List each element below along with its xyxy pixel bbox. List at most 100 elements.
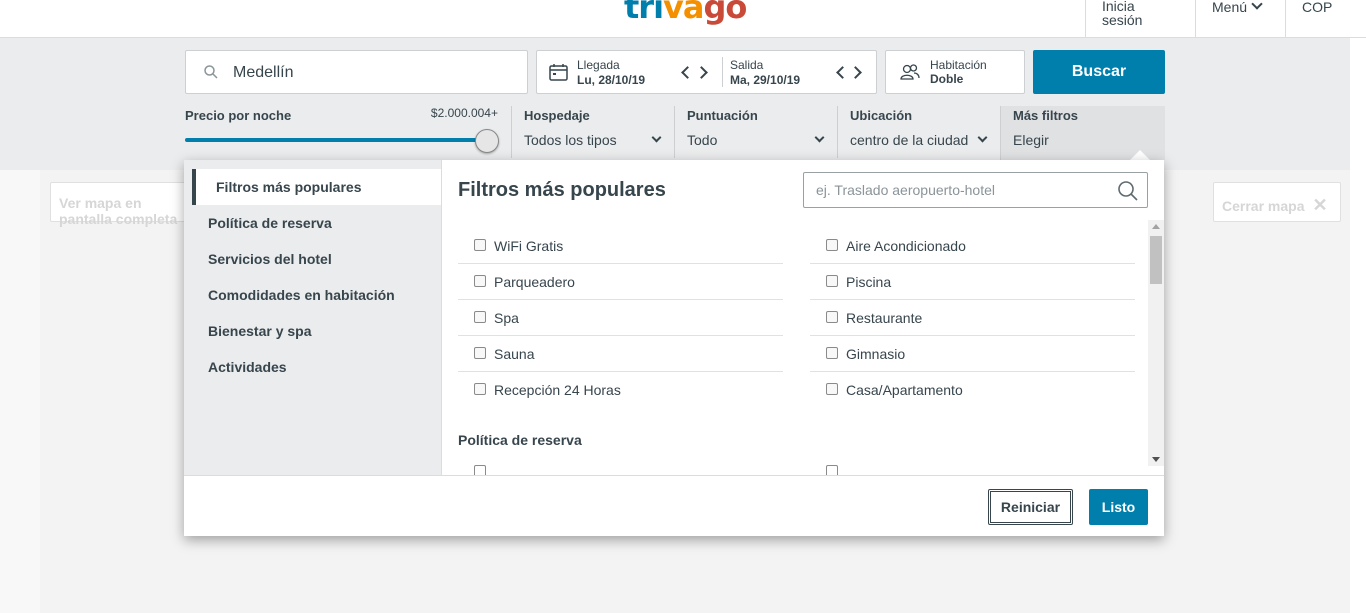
filter-option[interactable]: Restaurante	[810, 300, 1135, 336]
price-label: Precio por noche	[185, 108, 292, 123]
scroll-thumb[interactable]	[1150, 236, 1162, 284]
filter-lodging[interactable]: Hospedaje Todos los tipos	[511, 106, 674, 158]
price-amount: $2.000.004+	[430, 106, 498, 120]
filter-search-field[interactable]	[803, 172, 1148, 208]
reset-button[interactable]: Reiniciar	[988, 489, 1073, 525]
checkin-prev-icon[interactable]	[681, 66, 694, 79]
option-label: Casa/Apartamento	[846, 382, 963, 398]
divider	[722, 57, 723, 87]
filter-search-input[interactable]	[804, 173, 1104, 207]
filter-value: centro de la ciudad	[850, 132, 969, 148]
sidebar-item-hotel-services[interactable]: Servicios del hotel	[184, 241, 441, 277]
filter-list-scrollbar[interactable]	[1148, 220, 1164, 466]
filter-rating[interactable]: Puntuación Todo	[674, 106, 837, 158]
checkin-value: Lu, 28/10/19	[577, 73, 646, 87]
checkin-field[interactable]: Llegada Lu, 28/10/19	[577, 58, 645, 87]
top-header: trivago Inicia sesión Menú COP	[0, 0, 1366, 38]
checkbox[interactable]	[826, 311, 838, 323]
checkbox[interactable]	[826, 239, 838, 251]
option-label: Restaurante	[846, 310, 923, 326]
option-label: Sauna	[494, 346, 535, 362]
done-button[interactable]: Listo	[1089, 489, 1148, 525]
checkbox[interactable]	[474, 239, 486, 251]
checkbox[interactable]	[474, 347, 486, 359]
option-label: Aire Acondicionado	[846, 238, 966, 254]
map-fullscreen-label: Ver mapa en pantalla completa	[59, 195, 178, 227]
subsection-title: Política de reserva	[458, 432, 582, 448]
close-map-button[interactable]: Cerrar mapa ✕	[1213, 182, 1341, 222]
destination-input[interactable]: Medellín	[185, 50, 528, 94]
filter-label: Más filtros	[1013, 108, 1079, 123]
trivago-logo[interactable]: trivago	[624, 0, 748, 26]
sidebar-item-room-amenities[interactable]: Comodidades en habitación	[184, 277, 441, 313]
filter-option[interactable]: Sauna	[458, 336, 783, 372]
calendar-icon	[549, 64, 568, 81]
scroll-up-icon[interactable]	[1152, 224, 1160, 229]
sidebar-item-popular[interactable]: Filtros más populares	[192, 169, 441, 205]
option-label: Gimnasio	[846, 346, 906, 362]
checkout-value: Ma, 29/10/19	[730, 73, 801, 87]
option-label: Piscina	[846, 274, 892, 290]
scroll-down-icon[interactable]	[1152, 457, 1160, 462]
filter-value: Todos los tipos	[524, 132, 617, 148]
checkbox[interactable]	[474, 383, 486, 395]
currency-label: COP	[1302, 0, 1333, 15]
search-button[interactable]: Buscar	[1033, 50, 1165, 94]
modal-footer: Reiniciar Listo	[184, 475, 1164, 536]
option-label: Spa	[494, 310, 519, 326]
filter-option[interactable]: Recepción 24 Horas	[458, 372, 783, 408]
filter-option[interactable]: Spa	[458, 300, 783, 336]
search-icon[interactable]	[1117, 180, 1139, 202]
option-label: WiFi Gratis	[494, 238, 564, 254]
filter-label: Ubicación	[850, 108, 913, 123]
checkbox[interactable]	[474, 311, 486, 323]
checkbox[interactable]	[826, 383, 838, 395]
popover-caret	[1130, 150, 1150, 160]
option-label: Recepción 24 Horas	[494, 382, 621, 398]
section-title: Filtros más populares	[458, 179, 666, 201]
map-fullscreen-button[interactable]: Ver mapa en pantalla completa	[50, 182, 190, 227]
date-picker[interactable]: Llegada Lu, 28/10/19 Salida Ma, 29/10/19	[536, 50, 877, 94]
filter-option[interactable]: Piscina	[810, 264, 1135, 300]
filter-label: Puntuación	[687, 108, 758, 123]
room-label: Habitación	[930, 58, 987, 72]
price-slider-track[interactable]	[185, 138, 485, 142]
filter-option[interactable]: Gimnasio	[810, 336, 1135, 372]
filter-option[interactable]: Casa/Apartamento	[810, 372, 1135, 408]
filter-option[interactable]: Aire Acondicionado	[810, 228, 1135, 264]
login-link[interactable]: Inicia sesión	[1085, 0, 1195, 37]
filter-value: Elegir	[1013, 132, 1049, 148]
price-slider-handle[interactable]	[475, 129, 499, 153]
filter-option[interactable]: WiFi Gratis	[458, 228, 783, 264]
checkout-prev-icon[interactable]	[836, 66, 849, 79]
checkbox[interactable]	[826, 465, 838, 475]
filter-location[interactable]: Ubicación centro de la ciudad	[837, 106, 1000, 158]
sidebar-item-wellness[interactable]: Bienestar y spa	[184, 313, 441, 349]
checkout-label: Salida	[730, 58, 764, 72]
more-filters-modal: Filtros más populares Política de reserv…	[184, 160, 1164, 536]
filter-option[interactable]: Parqueadero	[458, 264, 783, 300]
filter-content: Filtros más populares WiFi Gratis Parque…	[442, 160, 1164, 475]
menu-button[interactable]: Menú	[1195, 0, 1285, 37]
chevron-down-icon	[1251, 0, 1263, 10]
checkout-field[interactable]: Salida Ma, 29/10/19	[730, 58, 800, 87]
checkout-next-icon[interactable]	[849, 66, 862, 79]
checkbox[interactable]	[474, 275, 486, 287]
close-icon: ✕	[1312, 195, 1328, 215]
filter-value: Todo	[687, 132, 718, 148]
logo-part: go	[703, 0, 748, 26]
filter-label: Hospedaje	[524, 108, 590, 123]
close-map-label: Cerrar mapa	[1222, 198, 1305, 214]
sidebar-item-activities[interactable]: Actividades	[184, 349, 441, 385]
checkbox[interactable]	[474, 465, 486, 475]
currency-selector[interactable]: COP	[1285, 0, 1366, 37]
checkbox[interactable]	[826, 347, 838, 359]
page-scrollbar[interactable]	[1350, 38, 1366, 613]
logo-part: va	[663, 0, 704, 26]
menu-label: Menú	[1212, 0, 1248, 15]
room-selector[interactable]: Habitación Doble	[885, 50, 1025, 94]
sidebar-item-booking-policy[interactable]: Política de reserva	[184, 205, 441, 241]
checkin-label: Llegada	[577, 58, 620, 72]
checkin-next-icon[interactable]	[695, 66, 708, 79]
checkbox[interactable]	[826, 275, 838, 287]
